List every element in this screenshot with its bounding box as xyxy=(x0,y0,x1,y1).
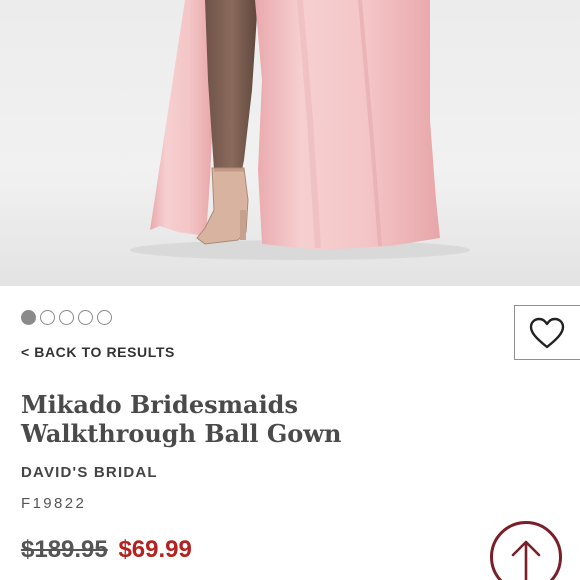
carousel-dot-3[interactable] xyxy=(59,310,74,325)
arrow-up-icon xyxy=(511,540,541,580)
dress-illustration xyxy=(130,0,470,260)
product-sku: F19822 xyxy=(21,495,87,512)
price-block: $189.95 $69.99 xyxy=(21,536,192,564)
product-photo[interactable] xyxy=(0,0,580,286)
carousel-dot-5[interactable] xyxy=(97,310,112,325)
back-to-results-link[interactable]: < BACK TO RESULTS xyxy=(21,344,175,360)
product-title: Mikado Bridesmaids Walkthrough Ball Gown xyxy=(21,390,342,448)
scroll-to-top-button[interactable] xyxy=(490,521,562,580)
sale-price: $69.99 xyxy=(118,536,192,563)
carousel-dot-1[interactable] xyxy=(21,310,36,325)
heart-outline-icon xyxy=(529,317,565,348)
original-price: $189.95 xyxy=(21,536,108,563)
carousel-dot-4[interactable] xyxy=(78,310,93,325)
carousel-indicator xyxy=(21,310,112,325)
brand-name[interactable]: DAVID'S BRIDAL xyxy=(21,464,158,481)
favorite-button[interactable] xyxy=(514,305,580,360)
carousel-dot-2[interactable] xyxy=(40,310,55,325)
